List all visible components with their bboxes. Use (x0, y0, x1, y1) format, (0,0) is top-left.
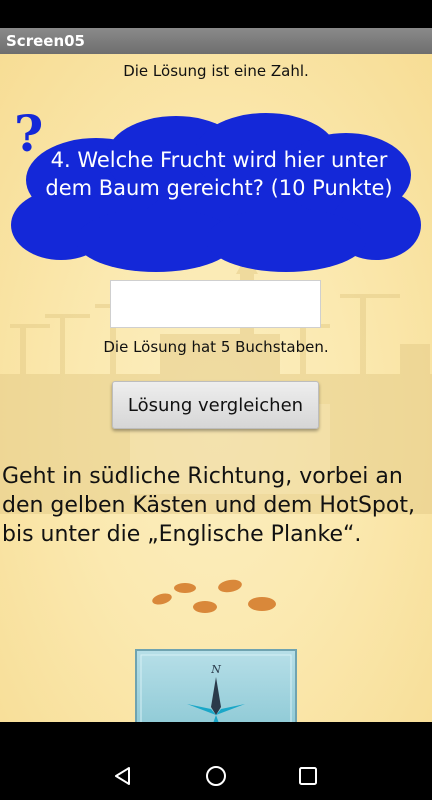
navigation-bar (0, 722, 432, 800)
footprints-icon (152, 579, 276, 613)
question-text: 4. Welche Frucht wird hier unter dem Bau… (45, 148, 393, 200)
directions-text: Geht in südliche Richtung, vorbei an den… (2, 464, 415, 547)
solution-type-hint: Die Lösung ist eine Zahl. (123, 62, 309, 80)
app-title: Screen05 (6, 32, 85, 50)
back-icon[interactable] (109, 762, 137, 790)
recents-icon[interactable] (294, 762, 322, 790)
compass-north-label: N (210, 663, 221, 676)
app-title-bar: Screen05 (0, 28, 432, 54)
compass-icon: N (135, 649, 297, 722)
solution-length-hint: Die Lösung hat 5 Buchstaben. (103, 338, 329, 356)
status-bar (0, 0, 432, 28)
main-screen: Die Lösung ist eine Zahl. ? 4. Welche Fr… (0, 54, 432, 722)
home-icon[interactable] (202, 762, 230, 790)
answer-input[interactable] (110, 280, 321, 328)
compare-solution-button[interactable]: Lösung vergleichen (112, 381, 319, 429)
